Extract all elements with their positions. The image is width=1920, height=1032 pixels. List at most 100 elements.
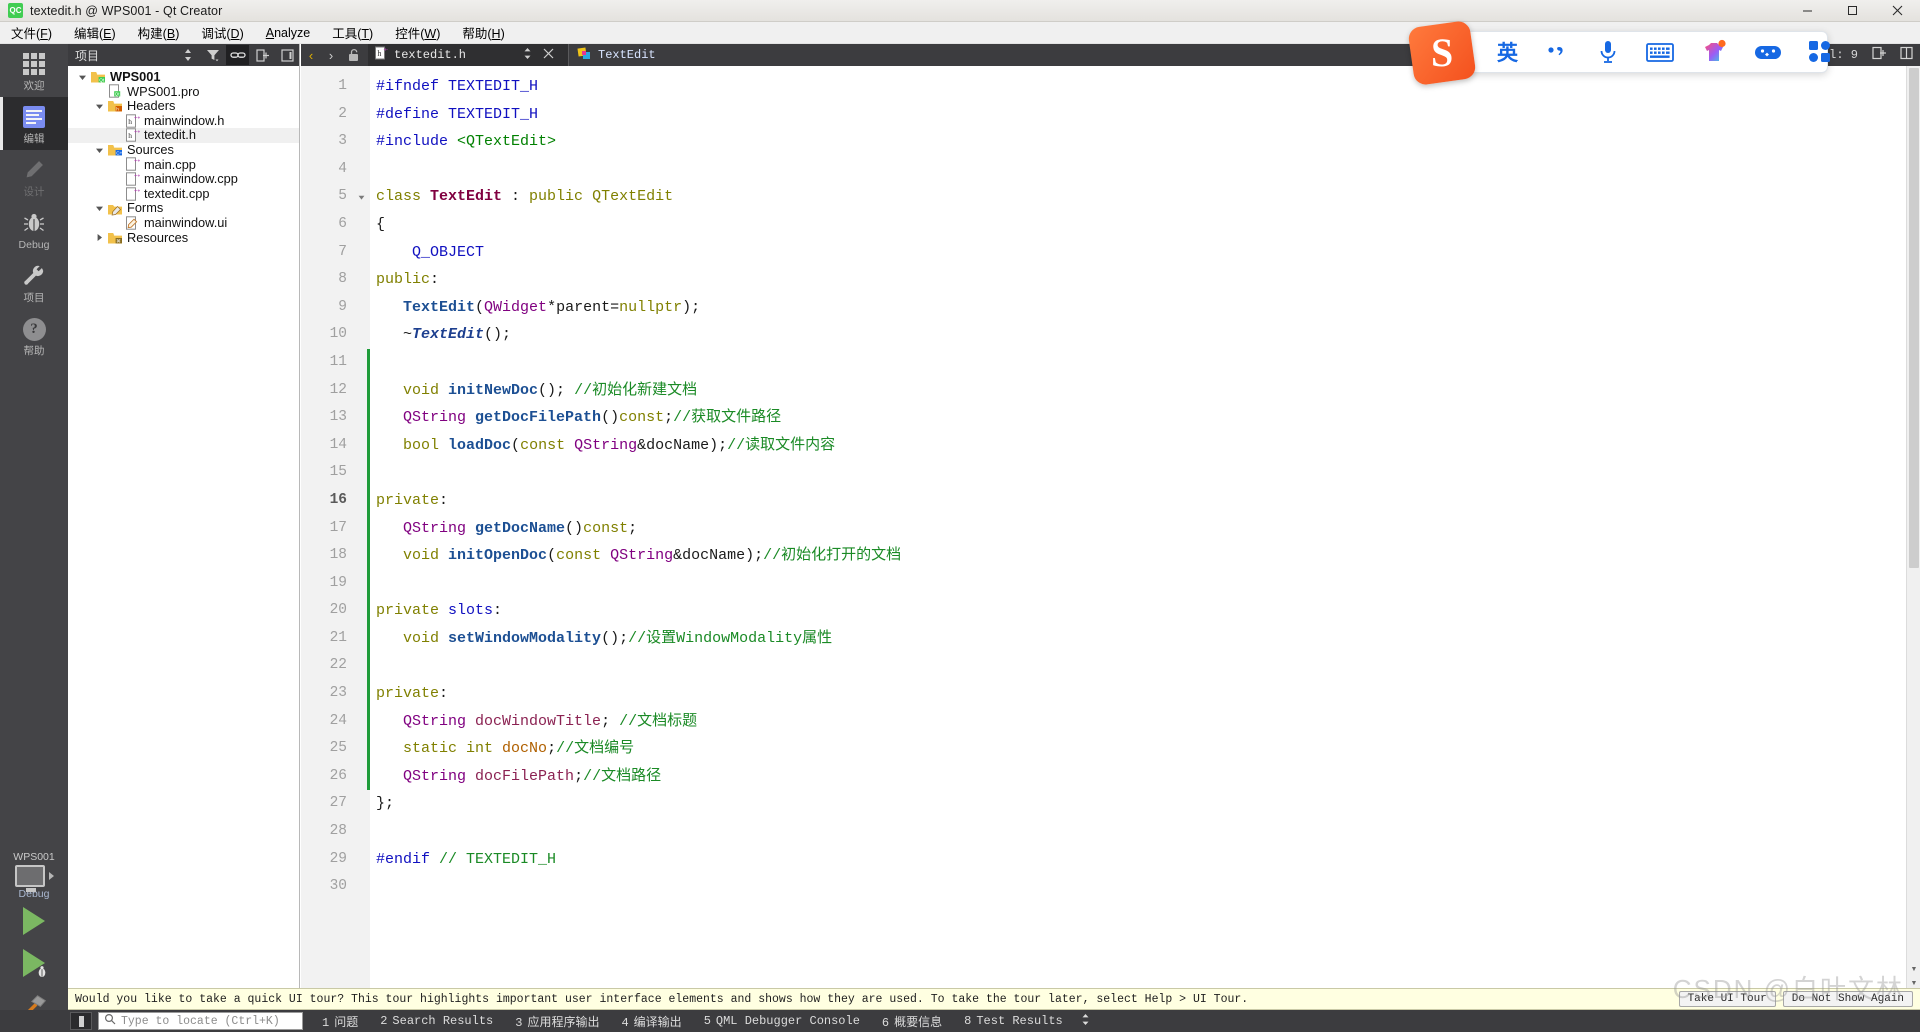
line-number: 30 — [329, 878, 347, 895]
navigate-forward-icon[interactable]: › — [321, 44, 341, 66]
project-tree[interactable]: Qt WPS001 Qt WPS001.pro h Headers h ++ mainwindo… — [68, 66, 299, 245]
code-token: private — [376, 602, 449, 620]
line-number: 12 — [329, 381, 347, 398]
tree-item-label: mainwindow.cpp — [144, 171, 238, 187]
locator-input[interactable]: Type to locate (Ctrl+K) — [98, 1012, 303, 1030]
tree-item-wps001-pro[interactable]: Qt WPS001.pro — [68, 84, 299, 100]
tree-item-label: textedit.h — [144, 127, 196, 143]
tree-item-mainwindow-h[interactable]: h ++ mainwindow.h — [68, 113, 299, 129]
kit-selector[interactable]: WPS001 Debug — [0, 851, 68, 900]
cpp-file-icon: ++ — [123, 172, 141, 187]
output-pane-tab[interactable]: 1 问题 — [311, 1013, 369, 1030]
ime-game-mode[interactable] — [1754, 37, 1782, 67]
ime-voice-input[interactable] — [1596, 37, 1620, 67]
menu-tools[interactable]: 工具(T) — [321, 21, 384, 44]
output-pane-tab[interactable]: 5 QML Debugger Console — [693, 1014, 871, 1028]
output-pane-label: 编译输出 — [633, 1015, 682, 1030]
ime-punctuation-toggle[interactable] — [1544, 37, 1570, 67]
ime-language-toggle[interactable]: 英 — [1497, 37, 1518, 67]
line-number: 17 — [329, 519, 347, 536]
updown-chevrons-icon[interactable] — [522, 47, 533, 63]
sidebar-item-help[interactable]: ? 帮助 — [0, 309, 68, 362]
take-ui-tour-button[interactable]: Take UI Tour — [1678, 991, 1776, 1007]
output-pane-label: 概要信息 — [894, 1015, 943, 1030]
sidebar-item-debug[interactable]: Debug — [0, 203, 68, 256]
sogou-logo-icon[interactable]: S — [1407, 19, 1477, 87]
code-token: loadDoc — [448, 436, 512, 454]
output-pane-number: 2 — [380, 1014, 388, 1028]
output-pane-tab[interactable]: 6 概要信息 — [871, 1013, 953, 1030]
menu-debug[interactable]: 调试(D) — [190, 21, 254, 44]
tree-item-forms[interactable]: Forms — [68, 201, 299, 216]
chevron-down-icon — [93, 102, 106, 111]
menu-window[interactable]: 控件(W) — [384, 21, 451, 44]
editor-tab-textedit-h[interactable]: h ++ textedit.h — [368, 44, 568, 66]
tree-item-headers[interactable]: h Headers — [68, 99, 299, 114]
menu-help[interactable]: 帮助(H) — [451, 21, 515, 44]
close-tab-icon[interactable] — [543, 48, 554, 62]
ime-toolbox[interactable] — [1808, 37, 1832, 67]
navigate-back-icon[interactable]: ‹ — [301, 44, 321, 66]
code-text[interactable]: #ifndef TEXTEDIT_H #define TEXTEDIT_H #inc… — [370, 66, 1920, 990]
scrollbar-thumb[interactable] — [1909, 68, 1919, 568]
sort-filter-icon[interactable] — [176, 45, 199, 65]
close-sidebar-icon[interactable] — [276, 45, 299, 65]
start-debugging-button[interactable] — [0, 942, 68, 984]
line-number: 15 — [329, 464, 347, 481]
close-button[interactable] — [1875, 0, 1920, 22]
output-pane-tab[interactable]: 3 应用程序输出 — [504, 1013, 610, 1030]
ui-file-icon — [123, 216, 141, 231]
code-token: ); — [682, 298, 701, 316]
sidebar-item-projects[interactable]: 项目 — [0, 256, 68, 309]
tree-item-resources[interactable]: ⌘ Resources — [68, 230, 299, 246]
sidebar-item-welcome[interactable]: 欢迎 — [0, 44, 68, 97]
svg-text:++: ++ — [134, 115, 140, 121]
line-number: 26 — [329, 767, 347, 784]
link-with-editor-icon[interactable] — [226, 45, 249, 65]
symbol-selector[interactable]: TextEdit — [568, 44, 664, 66]
code-token: getDocFilePath — [475, 409, 602, 427]
sidebar-item-design[interactable]: 设计 — [0, 150, 68, 203]
code-token: *parent= — [547, 298, 620, 316]
ime-skin[interactable] — [1700, 37, 1728, 67]
scroll-down-icon[interactable]: ▼ — [1907, 962, 1920, 976]
line-number: 9 — [338, 298, 347, 315]
tree-item-wps001[interactable]: Qt WPS001 — [68, 69, 299, 85]
menu-analyze[interactable]: Analyze — [255, 24, 321, 42]
filter-icon[interactable] — [201, 45, 224, 65]
tree-item-mainwindow-cpp[interactable]: ++ mainwindow.cpp — [68, 172, 299, 187]
code-token: QString — [403, 767, 476, 785]
code-token: public — [529, 188, 593, 206]
editor-vertical-scrollbar[interactable]: ▼ ▼ — [1906, 66, 1920, 990]
unlocked-icon[interactable] — [341, 44, 365, 66]
code-folding-column[interactable] — [355, 66, 367, 990]
minimize-button[interactable] — [1785, 0, 1830, 22]
menu-edit[interactable]: 编辑(E) — [63, 21, 127, 44]
sidebar-item-edit[interactable]: 编辑 — [0, 97, 68, 150]
toggle-left-sidebar-icon[interactable] — [70, 1012, 92, 1030]
updown-chevrons-icon[interactable] — [1080, 1013, 1091, 1030]
output-pane-tab[interactable]: 4 编译输出 — [610, 1013, 692, 1030]
do-not-show-again-button[interactable]: Do Not Show Again — [1782, 991, 1913, 1007]
code-line: ~TextEdit(); — [376, 321, 1920, 349]
close-split-icon[interactable] — [1900, 46, 1914, 64]
split-editor-icon[interactable] — [1872, 46, 1886, 64]
split-icon[interactable] — [251, 45, 274, 65]
maximize-button[interactable] — [1830, 0, 1875, 22]
menu-build[interactable]: 构建(B) — [127, 21, 191, 44]
code-line: void setWindowModality();//设置WindowModal… — [376, 625, 1920, 653]
tree-item-mainwindow-ui[interactable]: mainwindow.ui — [68, 215, 299, 231]
bug-icon — [22, 210, 46, 236]
fold-toggle-icon[interactable] — [355, 183, 367, 211]
tree-item-main-cpp[interactable]: ++ main.cpp — [68, 157, 299, 173]
output-pane-tab[interactable]: 2 Search Results — [369, 1014, 504, 1028]
code-editor[interactable]: 1 2 3 4 5 6 7 8 9 10 11 12 13 14 15 16 17 18 19 20 21 22 23 24 2… — [301, 66, 1920, 990]
tree-item-textedit-cpp[interactable]: ++ textedit.cpp — [68, 186, 299, 202]
ime-soft-keyboard[interactable] — [1646, 37, 1674, 67]
menu-file[interactable]: 文件(F) — [0, 21, 63, 44]
tree-item-sources[interactable]: C+ Sources — [68, 142, 299, 158]
tree-item-textedit-h[interactable]: h ++ textedit.h — [68, 128, 299, 143]
run-button[interactable] — [0, 900, 68, 942]
output-pane-tab[interactable]: 8 Test Results — [953, 1014, 1074, 1028]
